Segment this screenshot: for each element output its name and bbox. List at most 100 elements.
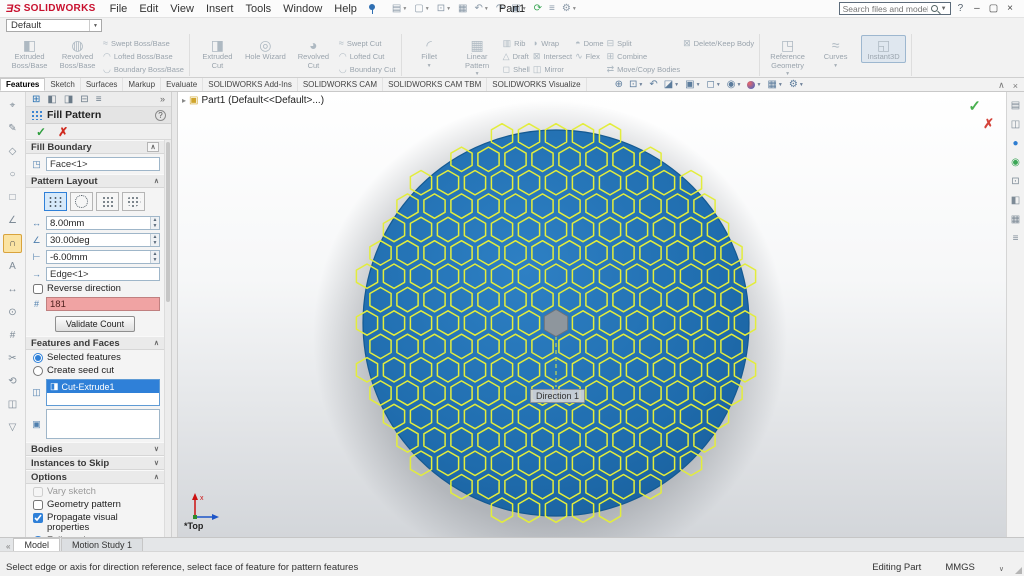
tab-solidworks-visualize[interactable]: SOLIDWORKS Visualize [487, 78, 587, 91]
tab-cam-tree-icon[interactable]: ≡ [96, 94, 102, 105]
zoom-to-area-icon[interactable]: ⊡ ▼ [629, 79, 643, 90]
menu-view[interactable]: View [164, 3, 200, 15]
feature-tree-flyout[interactable]: ▸ ▣ Part1 (Default<<Default>...) [182, 95, 324, 106]
perforation-layout-button[interactable] [44, 192, 67, 211]
hide-show-items-icon[interactable]: ◉ ▼ [727, 79, 742, 90]
confirm-ok-icon[interactable]: ✓ [968, 97, 981, 115]
stagger-angle-input[interactable]: 30.00deg ▲ ▼ [46, 233, 160, 247]
linear-pattern-button[interactable]: ▦ Linear Pattern ▼ [455, 35, 500, 80]
curves-dropdown-icon[interactable]: ▼ [833, 62, 838, 71]
combine-button[interactable]: ⊞ Combine [607, 50, 681, 62]
menu-help[interactable]: Help [328, 3, 363, 15]
help-icon[interactable]: ? [958, 3, 964, 14]
left-toolbar-icon-6[interactable]: ∠ [3, 211, 22, 230]
menu-tools[interactable]: Tools [239, 3, 277, 15]
lofted-cut-button[interactable]: ◠ Lofted Cut [339, 50, 396, 62]
display-style-icon[interactable]: ◻ ▼ [707, 79, 721, 90]
units-selector[interactable]: MMGS [945, 562, 975, 573]
square-layout-button[interactable] [96, 192, 119, 211]
reverse-direction-checkbox[interactable]: Reverse direction [30, 284, 160, 294]
tab-motion-study-1[interactable]: Motion Study 1 [60, 538, 144, 551]
pin-menu-icon[interactable] [368, 4, 377, 14]
tab-solidworks-cam[interactable]: SOLIDWORKS CAM [298, 78, 384, 91]
section-fill-boundary[interactable]: Fill Boundary ∧ [26, 140, 164, 154]
left-toolbar-icon-13[interactable]: ⟲ [3, 372, 22, 391]
geometry-pattern-checkbox[interactable]: Geometry pattern [30, 500, 160, 510]
search-box[interactable]: ▼ [838, 2, 951, 15]
view-settings-icon[interactable]: ⚙ ▼ [789, 79, 804, 90]
direction1-callout[interactable]: Direction 1 [530, 389, 586, 403]
options-chevron-icon[interactable]: ∧ [154, 473, 159, 481]
reference-geometry-button[interactable]: ◳ Reference Geometry ▼ [765, 35, 810, 80]
section-bodies[interactable]: Bodies ∨ [26, 442, 164, 456]
curves-button[interactable]: ≈ Curves ▼ [813, 35, 858, 71]
left-toolbar-icon-1[interactable]: ⌖ [3, 96, 22, 115]
section-options[interactable]: Options ∧ [26, 470, 164, 484]
previous-view-icon[interactable]: ↶ [649, 79, 657, 90]
margin-spinner[interactable]: ▲ ▼ [150, 251, 159, 263]
create-seed-cut-radio[interactable]: Create seed cut [30, 366, 160, 376]
collapse-all-icon[interactable]: ∧ [147, 142, 159, 152]
selected-features-radio[interactable]: Selected features [30, 353, 160, 363]
stagger-angle-spinner[interactable]: ▲ ▼ [150, 234, 159, 246]
menu-file[interactable]: File [104, 3, 134, 15]
fill-boundary-selection[interactable]: Face<1> [46, 157, 160, 171]
tab-features[interactable]: Features [0, 78, 46, 91]
full-preview-input[interactable] [33, 536, 43, 537]
shell-button[interactable]: ◻ Shell [503, 63, 530, 75]
tab-solidworks-addins[interactable]: SOLIDWORKS Add-Ins [203, 78, 298, 91]
intersect-button[interactable]: ⊠ Intersect [533, 50, 572, 62]
close-button[interactable]: × [1007, 3, 1013, 14]
restore-button[interactable]: ▢ [989, 3, 998, 14]
section-pattern-layout[interactable]: Pattern Layout ∧ [26, 174, 164, 188]
propagate-visual-input[interactable] [33, 513, 43, 523]
left-toolbar-icon-10[interactable]: ⊙ [3, 303, 22, 322]
confirm-cancel-icon[interactable]: ✗ [983, 116, 994, 132]
pm-cancel-button[interactable]: ✗ [58, 125, 68, 139]
revolved-cut-button[interactable]: ◕ Revolved Cut [291, 35, 336, 71]
print-button[interactable]: ▦ [456, 3, 469, 14]
hole-wizard-button[interactable]: ◎ Hole Wizard [243, 35, 288, 63]
file-properties-button[interactable]: ≡ [547, 3, 557, 14]
lofted-boss-button[interactable]: ◠ Lofted Boss/Base [103, 50, 184, 62]
pattern-direction-selection[interactable]: Edge<1> [46, 267, 160, 281]
apply-scene-icon[interactable]: ▦ ▼ [767, 79, 782, 90]
left-toolbar-icon-9[interactable]: ↔ [3, 280, 22, 299]
section-features-and-faces[interactable]: Features and Faces ∧ [26, 336, 164, 350]
create-seed-cut-input[interactable] [33, 366, 43, 376]
tab-propertymanager-icon[interactable]: ⊞ [32, 94, 40, 105]
edit-appearance-icon[interactable]: ▼ [747, 80, 761, 89]
left-toolbar-icon-4[interactable]: ○ [3, 165, 22, 184]
rebuild-button[interactable]: ⟳ [532, 3, 544, 14]
tree-root-label[interactable]: Part1 (Default<<Default>...) [201, 95, 324, 106]
left-toolbar-icon-7-active[interactable]: ∩ [3, 234, 22, 253]
instances-skip-chevron-icon[interactable]: ∨ [154, 459, 159, 467]
undo-button[interactable]: ↶ ▼ [473, 3, 491, 14]
fillet-dropdown-icon[interactable]: ▼ [427, 62, 432, 71]
instance-spacing-spinner[interactable]: ▲ ▼ [150, 217, 159, 229]
section-instances-to-skip[interactable]: Instances to Skip ∨ [26, 456, 164, 470]
swept-boss-button[interactable]: ≈ Swept Boss/Base [103, 37, 184, 49]
flex-button[interactable]: ∿ Flex [575, 50, 603, 62]
open-document-button[interactable]: ▢ ▼ [412, 3, 431, 14]
left-toolbar-icon-11[interactable]: # [3, 326, 22, 345]
geometry-pattern-input[interactable] [33, 500, 43, 510]
boundary-boss-button[interactable]: ◡ Boundary Boss/Base [103, 63, 184, 75]
tab-model[interactable]: Model [13, 538, 60, 551]
tab-configurations-icon[interactable]: ◧ [47, 94, 56, 105]
split-button[interactable]: ⊟ Split [607, 37, 681, 49]
tab-overflow-icon[interactable]: » [160, 94, 165, 104]
minimize-button[interactable]: – [974, 3, 980, 14]
swept-cut-button[interactable]: ≈ Swept Cut [339, 37, 396, 49]
collapse-ribbon-icon[interactable]: ∧ [998, 80, 1005, 91]
right-toolbar-icon-5[interactable]: ⊡ [1011, 176, 1019, 187]
pm-scrollbar[interactable] [164, 140, 171, 537]
new-document-button[interactable]: ▤ ▼ [390, 3, 409, 14]
tab-surfaces[interactable]: Surfaces [81, 78, 124, 91]
features-to-pattern-list[interactable]: ◨ Cut-Extrude1 [46, 379, 160, 406]
chevron-down-icon[interactable]: ▼ [89, 20, 101, 31]
validate-count-button[interactable]: Validate Count [54, 316, 136, 332]
left-toolbar-icon-2[interactable]: ✎ [3, 119, 22, 138]
menu-window[interactable]: Window [277, 3, 328, 15]
fillet-button[interactable]: ◜ Fillet ▼ [407, 35, 452, 71]
